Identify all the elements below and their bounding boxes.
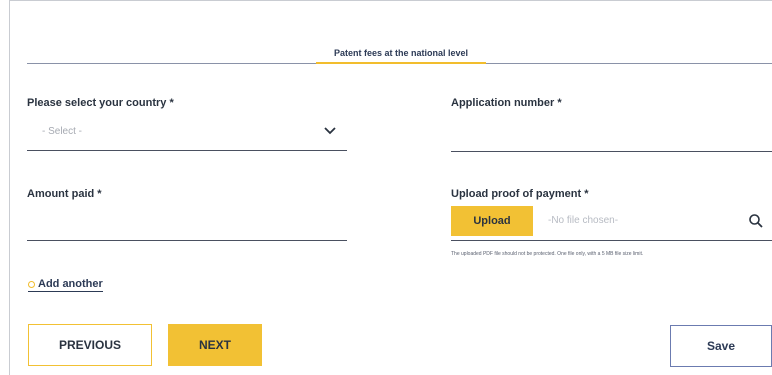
country-label: Please select your country * — [27, 97, 174, 109]
upload-button[interactable]: Upload — [451, 206, 533, 236]
upload-hint: The uploaded PDF file should not be prot… — [451, 251, 644, 257]
upload-proof-label: Upload proof of payment * — [451, 188, 589, 200]
add-another-label: Add another — [38, 278, 103, 290]
country-select[interactable]: - Select - — [27, 118, 347, 151]
next-button[interactable]: NEXT — [168, 324, 262, 366]
previous-button[interactable]: PREVIOUS — [28, 324, 152, 366]
application-number-label: Application number * — [451, 97, 562, 109]
save-button[interactable]: Save — [670, 325, 772, 367]
upload-field-underline — [451, 240, 772, 241]
chevron-down-icon — [324, 127, 336, 135]
tab-bar: Patent fees at the national level — [27, 44, 772, 64]
amount-paid-input[interactable] — [27, 240, 347, 241]
tab-patent-fees[interactable]: Patent fees at the national level — [316, 46, 486, 64]
add-another-link[interactable]: Add another — [28, 278, 103, 292]
amount-paid-label: Amount paid * — [27, 188, 102, 200]
file-chosen-text: -No file chosen- — [548, 215, 619, 226]
add-circle-icon — [28, 280, 35, 288]
search-icon[interactable] — [748, 213, 764, 229]
country-select-value: - Select - — [42, 126, 83, 137]
application-number-input[interactable] — [451, 151, 772, 152]
